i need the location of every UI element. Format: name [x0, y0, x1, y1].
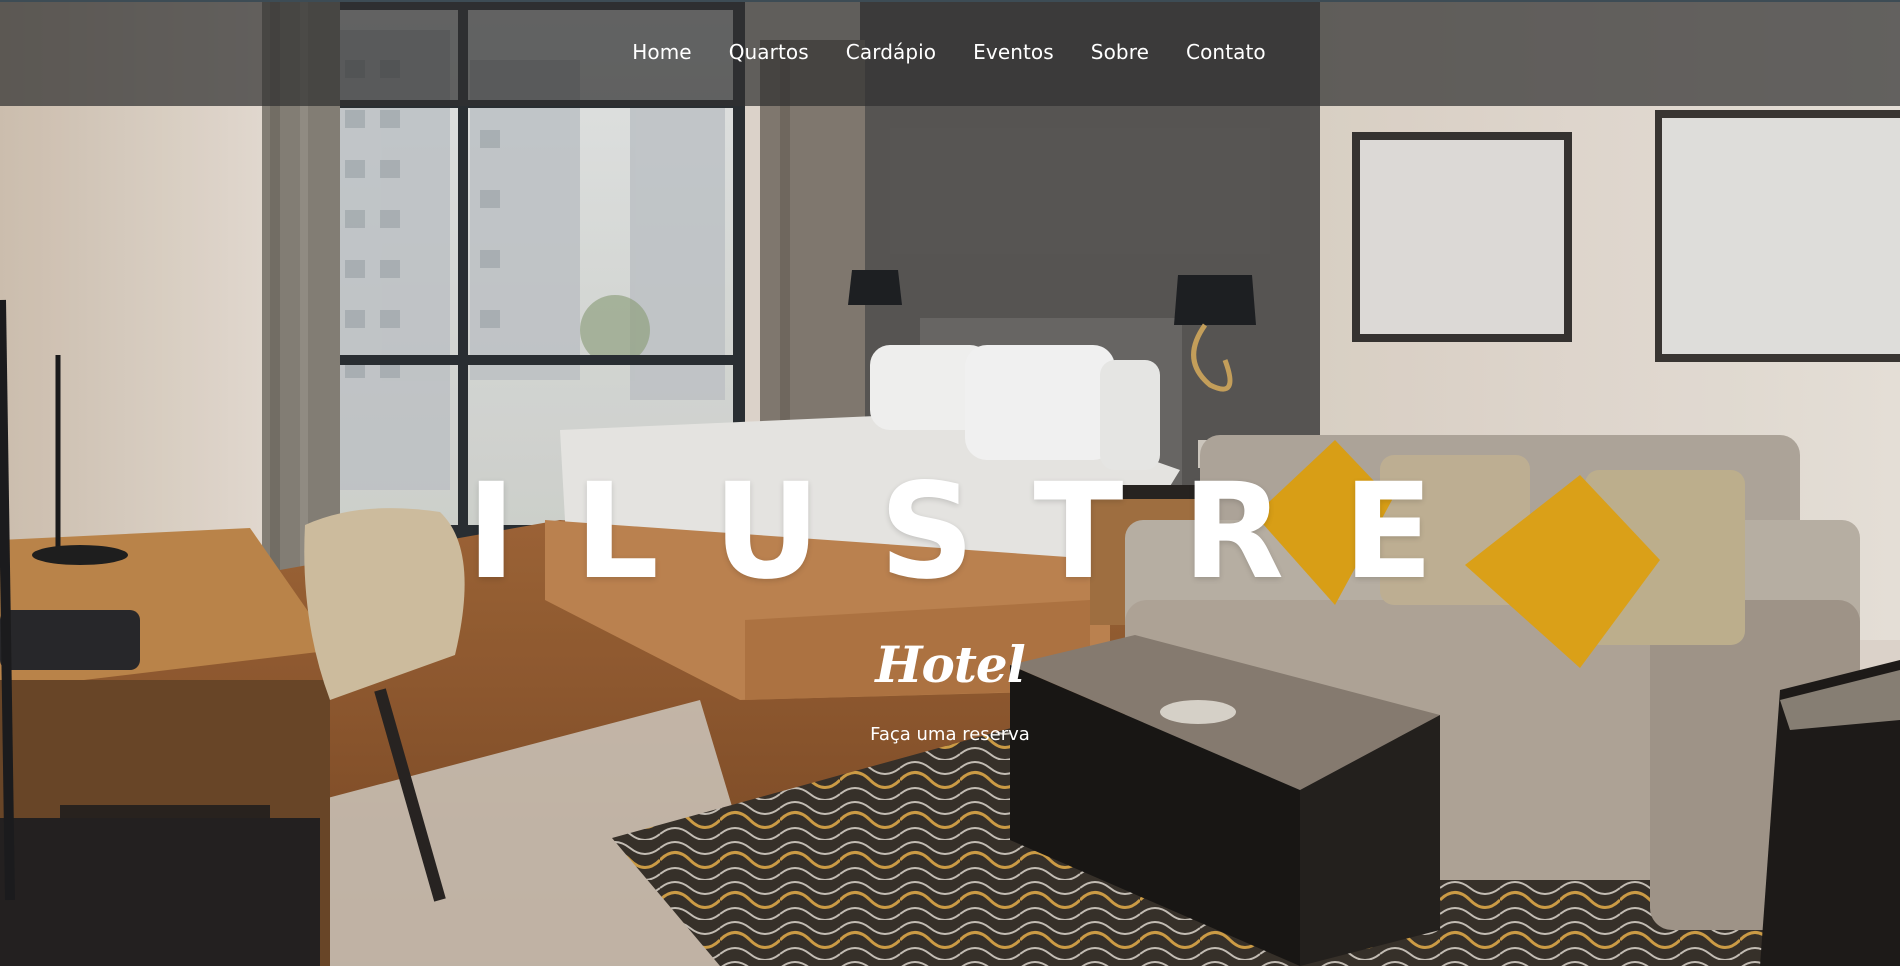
reservation-link[interactable]: Faça uma reserva: [870, 724, 1030, 745]
nav-link-home[interactable]: Home: [614, 40, 710, 64]
nav-menu: Home Quartos Cardápio Eventos Sobre Cont…: [614, 40, 1285, 64]
nav-link-quartos[interactable]: Quartos: [710, 40, 827, 64]
nav-link-cardapio[interactable]: Cardápio: [827, 40, 954, 64]
top-navbar: Home Quartos Cardápio Eventos Sobre Cont…: [0, 0, 1900, 106]
hero-section: Home Quartos Cardápio Eventos Sobre Cont…: [0, 0, 1900, 966]
reservation-cta-wrapper: Faça uma reserva: [0, 724, 1900, 745]
hero-subtitle: Hotel: [875, 635, 1026, 694]
nav-link-eventos[interactable]: Eventos: [955, 40, 1073, 64]
hero-title: ILUSTRE: [466, 455, 1493, 609]
nav-link-sobre[interactable]: Sobre: [1072, 40, 1167, 64]
nav-link-contato[interactable]: Contato: [1168, 40, 1285, 64]
